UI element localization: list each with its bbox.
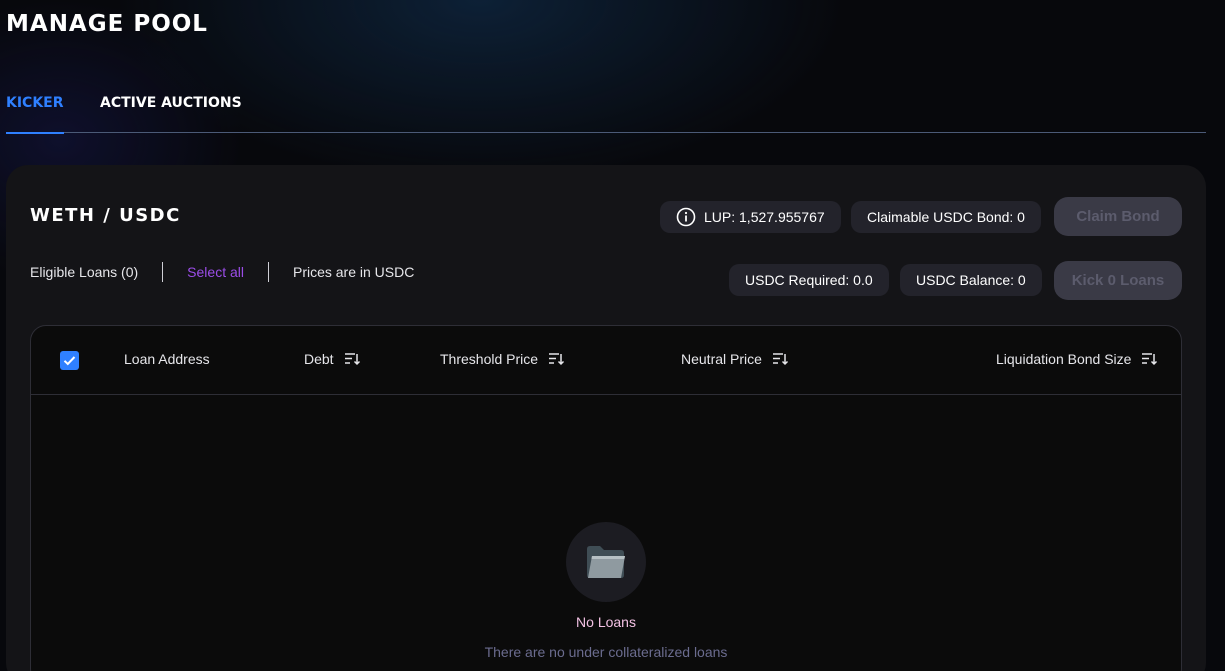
- column-threshold-price[interactable]: Threshold Price: [440, 351, 565, 367]
- column-label: Neutral Price: [681, 351, 762, 367]
- sort-icon[interactable]: [1141, 352, 1158, 366]
- column-debt[interactable]: Debt: [304, 351, 361, 367]
- kick-loans-button[interactable]: Kick 0 Loans: [1054, 261, 1182, 300]
- empty-state-subtitle: There are no under collateralized loans: [484, 644, 728, 660]
- divider: [162, 262, 164, 282]
- divider: [267, 262, 269, 282]
- lup-value: LUP: 1,527.955767: [704, 209, 825, 225]
- usdc-required-pill: USDC Required: 0.0: [729, 264, 889, 296]
- claim-bond-button[interactable]: Claim Bond: [1054, 197, 1182, 236]
- table-header: Loan Address Debt Threshold Price Neutra…: [31, 326, 1181, 395]
- column-label: Loan Address: [124, 351, 210, 367]
- column-loan-address[interactable]: Loan Address: [124, 351, 210, 367]
- empty-state-icon-wrap: [566, 522, 646, 602]
- empty-state-title: No Loans: [576, 614, 636, 630]
- column-label: Threshold Price: [440, 351, 539, 367]
- eligible-loans-label: Eligible Loans (0): [30, 264, 139, 280]
- sort-icon[interactable]: [344, 352, 361, 366]
- tab-active-auctions[interactable]: ACTIVE AUCTIONS: [100, 93, 242, 133]
- tab-kicker[interactable]: KICKER: [6, 93, 64, 134]
- page-title: MANAGE POOL: [6, 11, 208, 37]
- pool-pair-title: WETH / USDC: [30, 205, 181, 226]
- loans-table: Loan Address Debt Threshold Price Neutra…: [30, 325, 1182, 671]
- tab-bar: KICKER ACTIVE AUCTIONS: [6, 93, 1206, 134]
- pool-card: WETH / USDC LUP: 1,527.955767 Claimable …: [6, 165, 1206, 671]
- loan-info-line: Eligible Loans (0) Select all Prices are…: [30, 262, 414, 282]
- column-label: Debt: [304, 351, 334, 367]
- column-neutral-price[interactable]: Neutral Price: [681, 351, 789, 367]
- select-all-link[interactable]: Select all: [187, 264, 244, 280]
- prices-note: Prices are in USDC: [292, 264, 415, 280]
- sort-icon[interactable]: [548, 352, 565, 366]
- column-liquidation-bond-size[interactable]: Liquidation Bond Size: [996, 351, 1158, 367]
- info-icon[interactable]: [676, 207, 696, 227]
- lup-pill: LUP: 1,527.955767: [660, 201, 841, 233]
- column-label: Liquidation Bond Size: [996, 351, 1132, 367]
- select-all-checkbox[interactable]: [60, 351, 79, 370]
- folder-icon: [587, 546, 625, 578]
- sort-icon[interactable]: [772, 352, 789, 366]
- checkmark-icon: [63, 356, 76, 366]
- usdc-balance-pill: USDC Balance: 0: [900, 264, 1042, 296]
- claimable-bond-pill: Claimable USDC Bond: 0: [851, 201, 1041, 233]
